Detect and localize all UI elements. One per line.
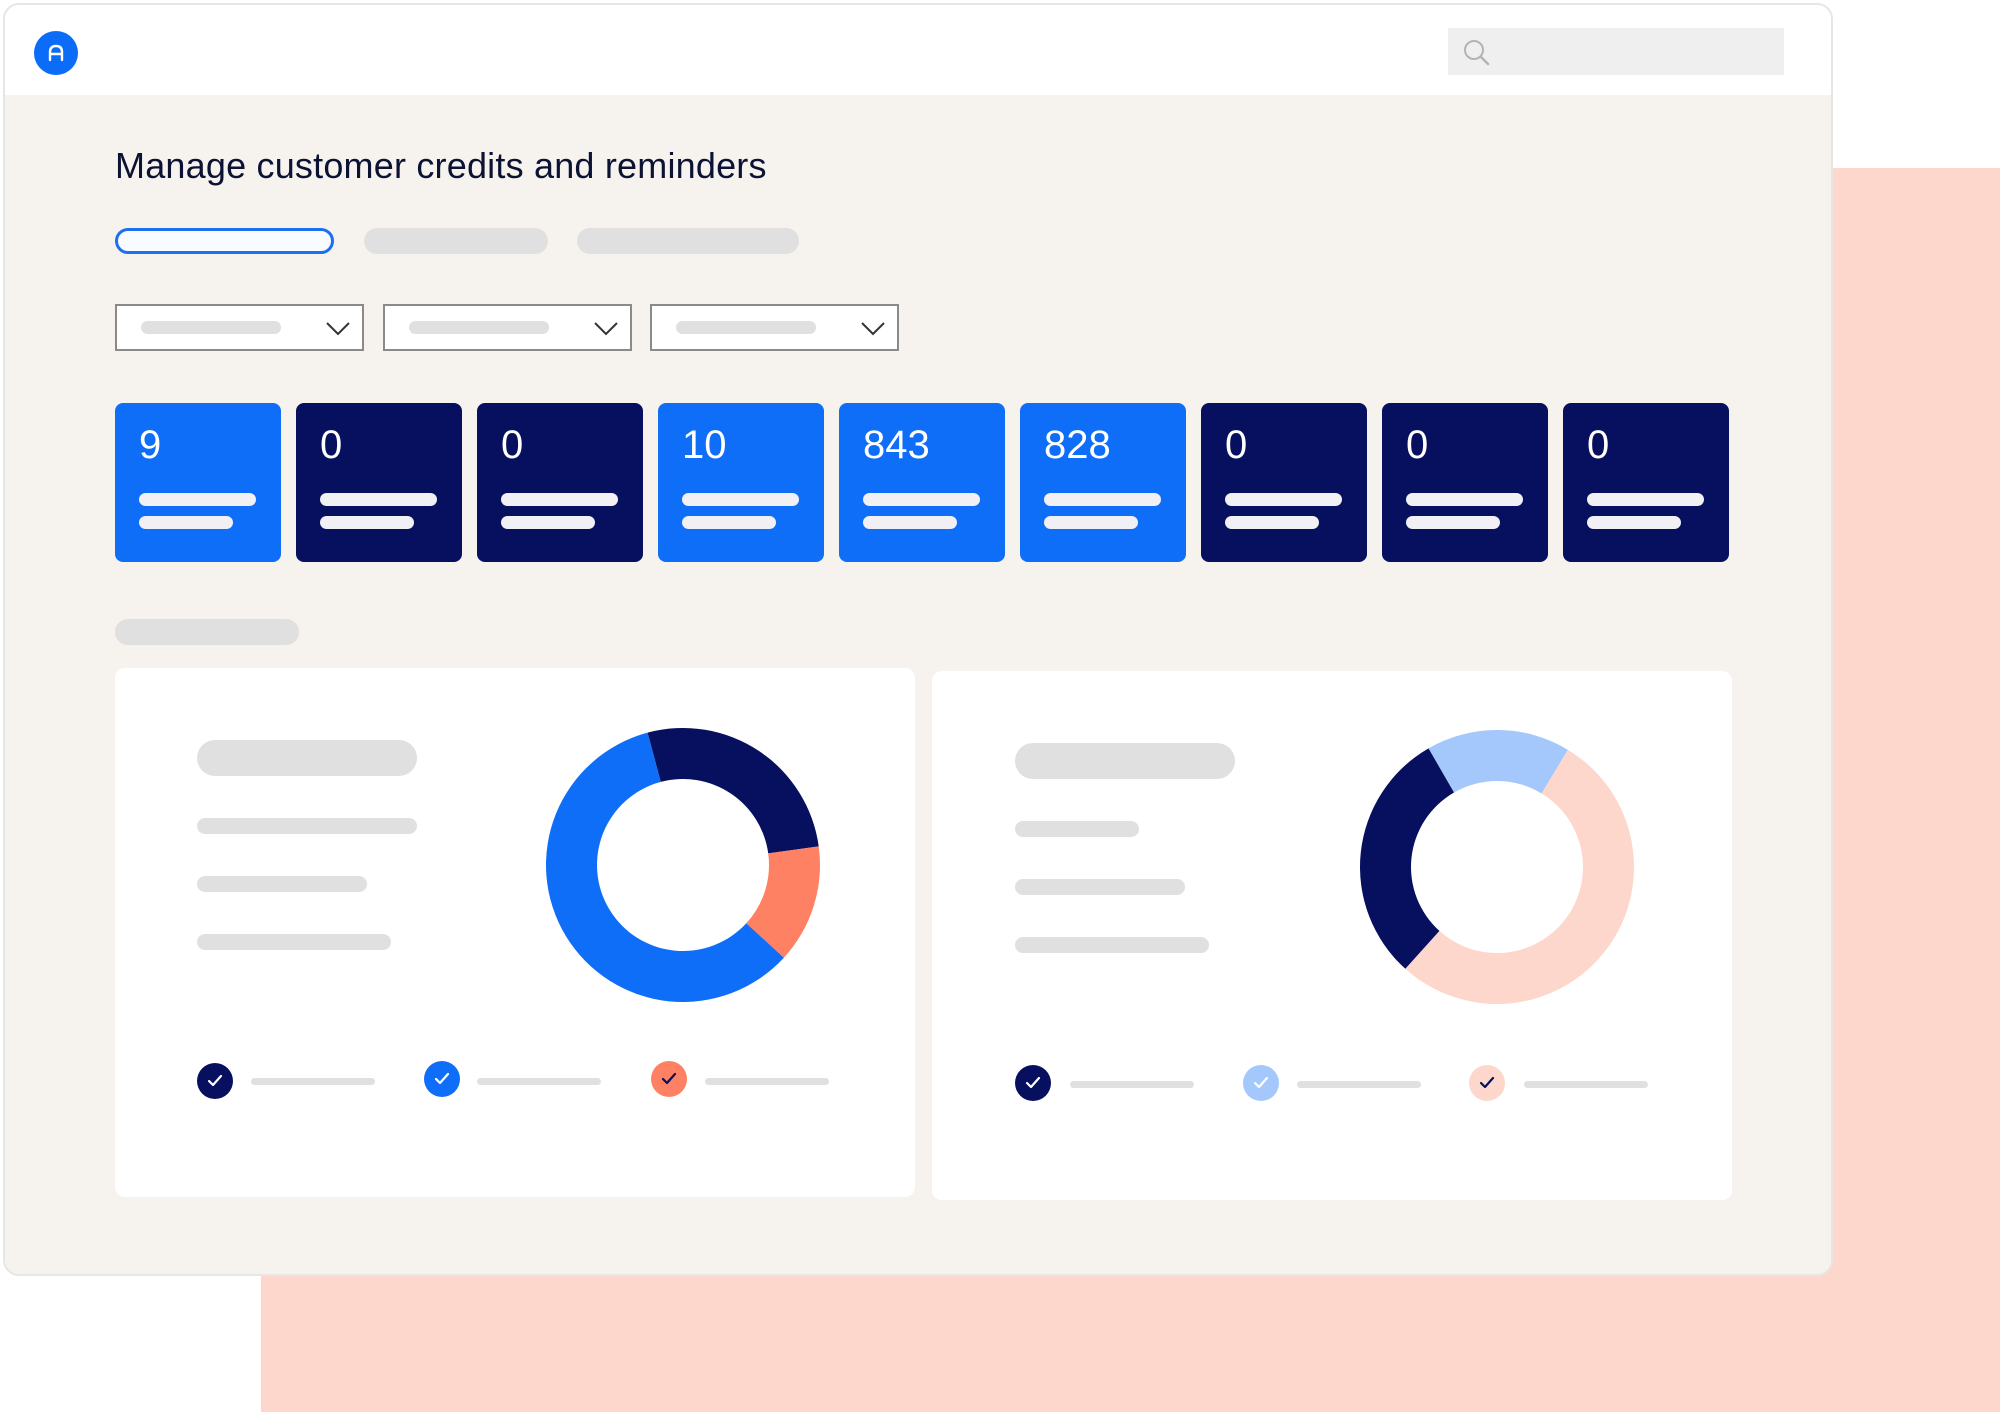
kpi-value: 0: [501, 423, 524, 467]
kpi-label-placeholder: [1587, 516, 1681, 529]
legend-label-placeholder: [477, 1078, 601, 1085]
main-content: Manage customer credits and reminders 9 …: [5, 95, 1831, 1274]
donut-chart: [546, 728, 820, 1002]
tab-2[interactable]: [364, 228, 548, 254]
text-line-placeholder: [197, 876, 367, 892]
chart-panel-2: [932, 671, 1732, 1200]
legend-label-placeholder: [251, 1078, 375, 1085]
kpi-card[interactable]: 828: [1020, 403, 1186, 562]
text-line-placeholder: [197, 934, 391, 950]
kpi-value: 0: [320, 423, 343, 467]
chevron-down-icon: [326, 322, 350, 336]
chevron-down-icon: [861, 322, 885, 336]
kpi-label-placeholder: [1587, 493, 1704, 506]
kpi-label-placeholder: [863, 516, 957, 529]
donut-slice-0: [647, 728, 819, 854]
kpi-card[interactable]: 0: [1201, 403, 1367, 562]
kpi-value: 0: [1225, 423, 1248, 467]
filter-placeholder: [676, 321, 816, 334]
kpi-label-placeholder: [1406, 493, 1523, 506]
kpi-card[interactable]: 0: [477, 403, 643, 562]
legend-check-icon[interactable]: [1469, 1065, 1505, 1101]
kpi-value: 10: [682, 423, 727, 467]
legend-label-placeholder: [1297, 1081, 1421, 1088]
legend-label-placeholder: [1524, 1081, 1648, 1088]
kpi-label-placeholder: [682, 516, 776, 529]
kpi-label-placeholder: [1225, 516, 1319, 529]
search-icon: [1464, 40, 1490, 66]
text-line-placeholder: [1015, 821, 1139, 837]
text-line-placeholder: [1015, 937, 1209, 953]
app-window: Manage customer credits and reminders 9 …: [3, 3, 1833, 1276]
a-logo-icon[interactable]: [34, 31, 78, 75]
panel-title-placeholder: [1015, 743, 1235, 779]
text-line-placeholder: [1015, 879, 1185, 895]
kpi-value: 0: [1406, 423, 1429, 467]
chevron-down-icon: [594, 322, 618, 336]
kpi-label-placeholder: [139, 493, 256, 506]
kpi-card[interactable]: 0: [1563, 403, 1729, 562]
chart-panel-1: [115, 668, 915, 1197]
top-bar: [5, 5, 1831, 95]
legend-check-icon[interactable]: [197, 1063, 233, 1099]
filter-dropdown-2[interactable]: [383, 304, 632, 351]
legend-check-icon[interactable]: [1243, 1065, 1279, 1101]
filter-placeholder: [141, 321, 281, 334]
kpi-label-placeholder: [501, 493, 618, 506]
page-title: Manage customer credits and reminders: [115, 145, 767, 186]
legend-label-placeholder: [705, 1078, 829, 1085]
filter-dropdown-1[interactable]: [115, 304, 364, 351]
text-line-placeholder: [197, 818, 417, 834]
kpi-card[interactable]: 0: [296, 403, 462, 562]
tab-3[interactable]: [577, 228, 799, 254]
panel-title-placeholder: [197, 740, 417, 776]
kpi-card[interactable]: 843: [839, 403, 1005, 562]
kpi-value: 843: [863, 423, 930, 467]
kpi-value: 0: [1587, 423, 1610, 467]
kpi-label-placeholder: [1044, 516, 1138, 529]
kpi-label-placeholder: [1044, 493, 1161, 506]
kpi-card[interactable]: 0: [1382, 403, 1548, 562]
donut-chart: [1360, 730, 1634, 1004]
kpi-label-placeholder: [139, 516, 233, 529]
legend-check-icon[interactable]: [651, 1061, 687, 1097]
section-heading-placeholder: [115, 619, 299, 645]
legend-label-placeholder: [1070, 1081, 1194, 1088]
filter-dropdown-3[interactable]: [650, 304, 899, 351]
kpi-label-placeholder: [863, 493, 980, 506]
search-input[interactable]: [1448, 28, 1784, 75]
kpi-value: 828: [1044, 423, 1111, 467]
filter-placeholder: [409, 321, 549, 334]
tab-1[interactable]: [115, 228, 334, 254]
kpi-label-placeholder: [682, 493, 799, 506]
kpi-card[interactable]: 9: [115, 403, 281, 562]
kpi-value: 9: [139, 423, 162, 467]
kpi-label-placeholder: [501, 516, 595, 529]
legend-check-icon[interactable]: [1015, 1065, 1051, 1101]
legend-check-icon[interactable]: [424, 1061, 460, 1097]
kpi-card[interactable]: 10: [658, 403, 824, 562]
kpi-label-placeholder: [1225, 493, 1342, 506]
kpi-label-placeholder: [320, 493, 437, 506]
kpi-label-placeholder: [320, 516, 414, 529]
kpi-label-placeholder: [1406, 516, 1500, 529]
donut-slice-0: [1428, 730, 1568, 794]
